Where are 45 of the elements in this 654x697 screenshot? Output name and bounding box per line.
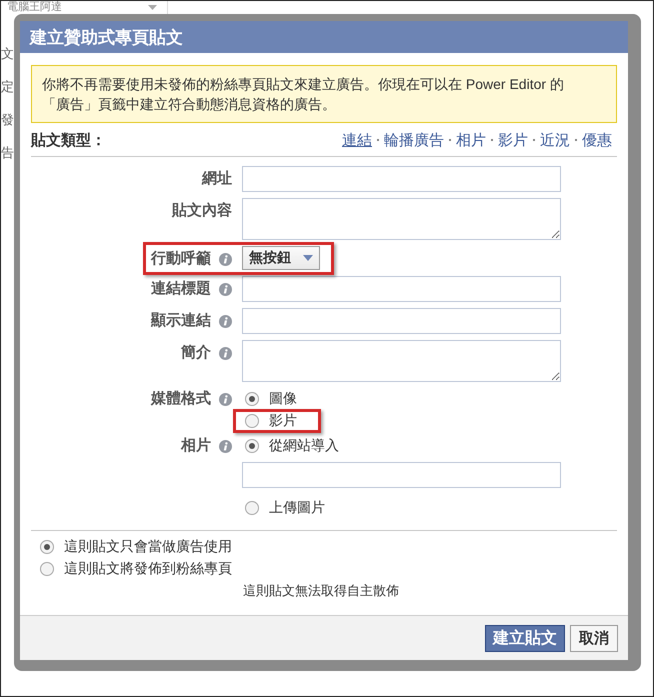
text-field[interactable] xyxy=(242,166,561,192)
field-label: 相片 xyxy=(181,436,211,456)
text-field[interactable] xyxy=(242,276,561,302)
post-type-link[interactable]: 影片 xyxy=(498,130,528,150)
post-type-link[interactable]: 連結 xyxy=(342,130,372,150)
side-text: 發 xyxy=(1,112,14,128)
field-label: 行動呼籲 xyxy=(151,249,211,269)
info-icon[interactable] xyxy=(219,440,232,452)
caret-icon xyxy=(148,5,157,10)
textarea-field[interactable] xyxy=(242,340,561,382)
dropdown-button[interactable]: 無按鈕 xyxy=(242,246,320,270)
radio-option[interactable]: 從網站導入 xyxy=(242,437,339,455)
field-label: 簡介 xyxy=(181,343,211,363)
submit-button[interactable]: 建立貼文 xyxy=(485,625,565,652)
info-icon[interactable] xyxy=(219,252,232,266)
radio-option[interactable]: 影片 xyxy=(242,412,297,430)
side-text: 定 xyxy=(1,79,14,95)
field-label: 貼文內容 xyxy=(172,201,232,221)
dialog-title: 建立贊助式專頁貼文 xyxy=(30,26,183,48)
textarea-field[interactable] xyxy=(242,198,561,240)
info-icon[interactable] xyxy=(219,392,232,406)
post-type-label: 貼文類型： xyxy=(31,130,106,150)
field-label: 網址 xyxy=(202,169,232,189)
field-label: 連結標題 xyxy=(151,279,211,299)
post-type-link[interactable]: 相片 xyxy=(456,130,486,150)
post-type-link[interactable]: 優惠 xyxy=(582,130,612,150)
post-type-link[interactable]: 近況 xyxy=(540,130,570,150)
side-text: 告 xyxy=(1,145,14,161)
radio-option[interactable]: 這則貼文將發佈到粉絲專頁 xyxy=(37,560,232,578)
field-label: 顯示連結 xyxy=(151,311,211,331)
text-field[interactable] xyxy=(242,308,561,334)
info-icon[interactable] xyxy=(219,346,232,360)
side-text: 文 xyxy=(1,46,14,62)
radio-option[interactable]: 圖像 xyxy=(242,390,297,408)
info-icon[interactable] xyxy=(219,314,232,328)
post-type-link[interactable]: 輪播廣告 xyxy=(384,130,444,150)
radio-option[interactable]: 這則貼文只會當做廣告使用 xyxy=(37,538,232,556)
notice-text: 你將不再需要使用未發佈的粉絲專頁貼文來建立廣告。你現在可以在 Power Editor 的「廣告」頁籤中建立符合動態消息資格的廣告。 xyxy=(42,76,564,112)
field-label: 媒體格式 xyxy=(151,389,211,409)
info-icon[interactable] xyxy=(219,282,232,296)
cancel-button[interactable]: 取消 xyxy=(570,625,618,652)
radio-option[interactable]: 上傳圖片 xyxy=(242,499,325,517)
note-text: 這則貼文無法取得自主散佈 xyxy=(243,582,399,600)
url-field[interactable] xyxy=(242,462,561,488)
caret-icon xyxy=(303,255,313,261)
